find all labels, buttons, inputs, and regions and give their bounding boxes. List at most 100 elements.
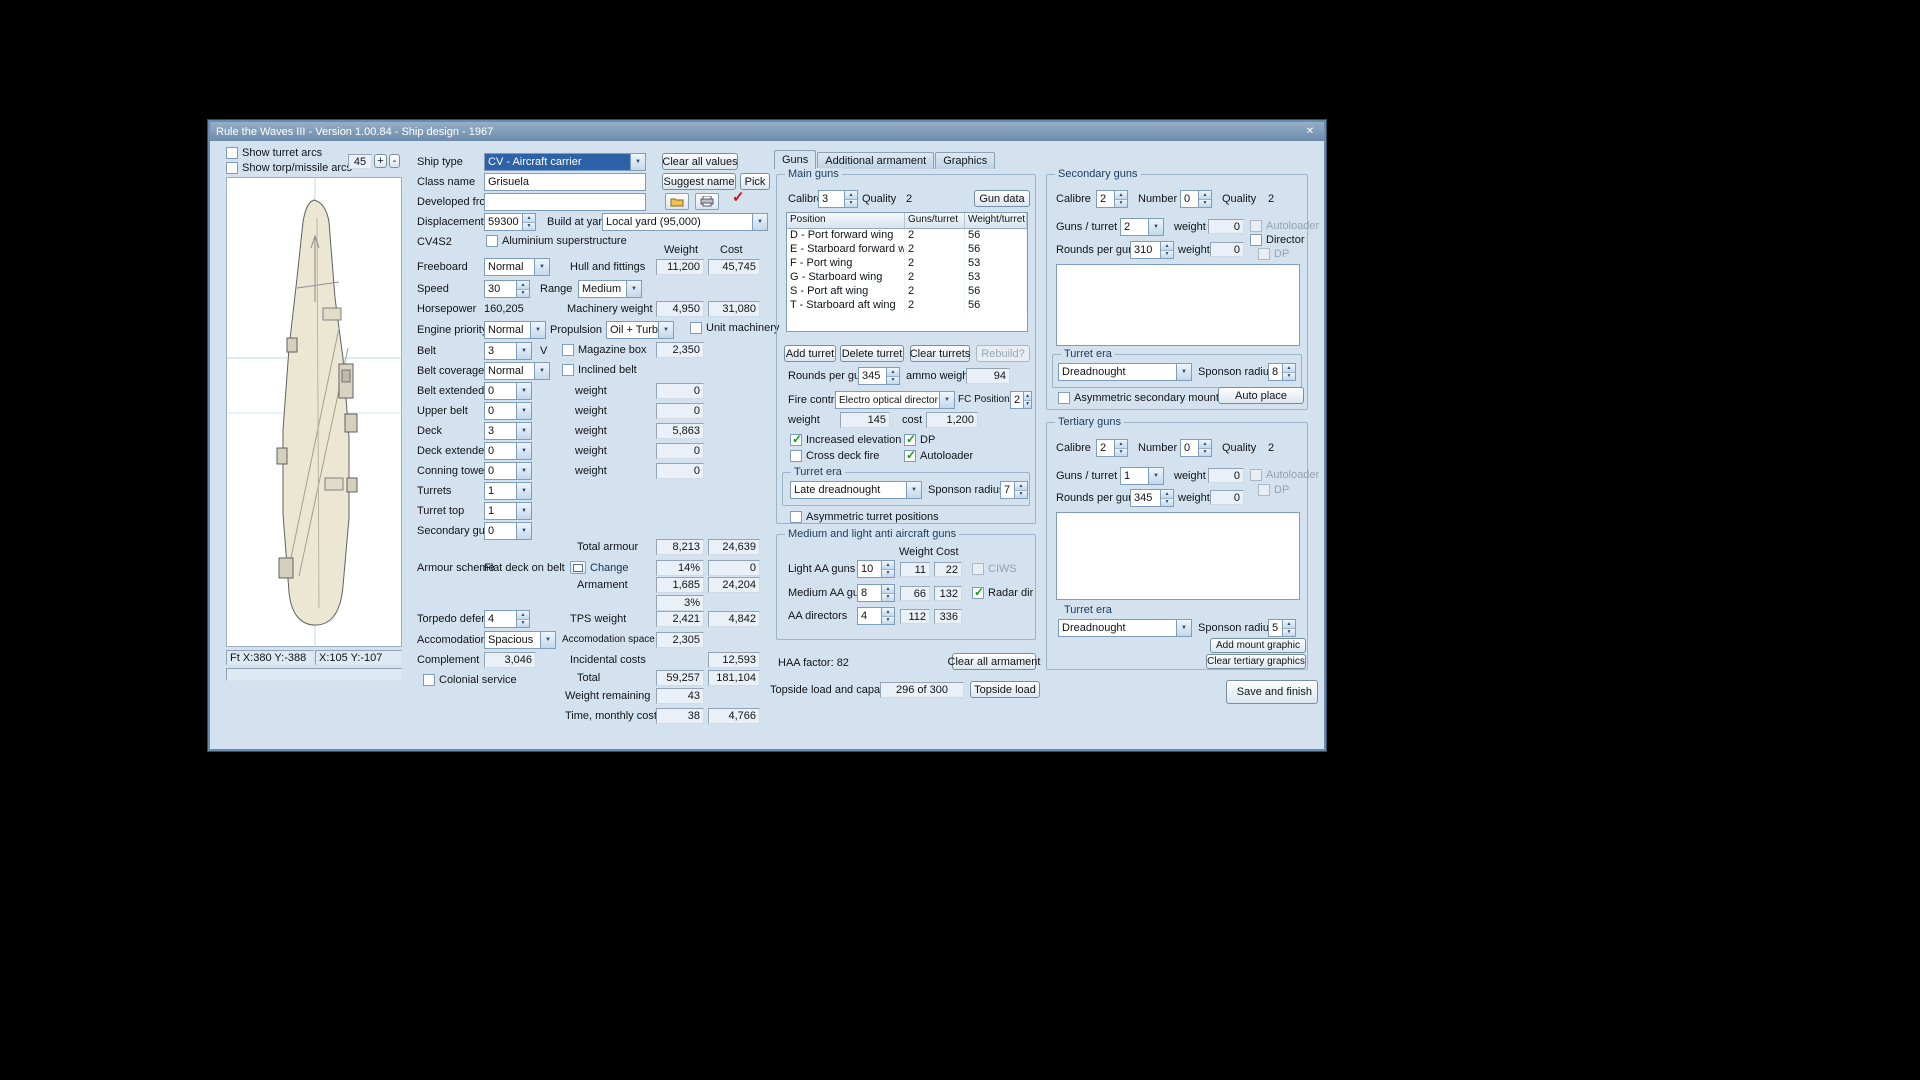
- tertiary-guns-turret-select[interactable]: 1: [1120, 467, 1164, 485]
- title-bar[interactable]: Rule the Waves III - Version 1.00.84 - S…: [210, 122, 1324, 141]
- clear-turrets-button[interactable]: Clear turrets: [910, 345, 970, 362]
- auto-place-button[interactable]: Auto place: [1218, 387, 1304, 404]
- col-weight-per-turret[interactable]: Weight/turret: [965, 213, 1027, 229]
- aa-directors-spinner[interactable]: 4: [857, 607, 895, 625]
- turret-table[interactable]: Position Guns/turret Weight/turret D - P…: [786, 212, 1028, 332]
- spin-up-icon[interactable]: [1199, 191, 1211, 200]
- propulsion-select[interactable]: Oil + Turbine: [606, 321, 674, 339]
- rebuild-button[interactable]: Rebuild?: [976, 345, 1030, 362]
- table-row[interactable]: F - Port wing253: [787, 257, 1027, 271]
- spin-up-icon[interactable]: [517, 611, 529, 620]
- secondary-calibre-spinner[interactable]: 2: [1096, 190, 1128, 208]
- secondary-autoloader-checkbox[interactable]: Autoloader: [1250, 220, 1319, 232]
- developed-from-input[interactable]: [484, 193, 646, 211]
- chevron-down-icon[interactable]: [1148, 468, 1163, 484]
- spin-up-icon[interactable]: [882, 585, 894, 594]
- spin-up-icon[interactable]: [1161, 242, 1173, 251]
- spin-up-icon[interactable]: [882, 561, 894, 570]
- fc-positions-spinner[interactable]: 2: [1010, 391, 1032, 409]
- chevron-down-icon[interactable]: [540, 632, 555, 648]
- spin-up-icon[interactable]: [517, 281, 529, 290]
- spin-down-icon[interactable]: [1161, 251, 1173, 259]
- table-row[interactable]: E - Starboard forward wing256: [787, 243, 1027, 257]
- unit-machinery-checkbox[interactable]: Unit machinery: [690, 322, 779, 334]
- chevron-down-icon[interactable]: [516, 483, 531, 499]
- arc-angle-plus-button[interactable]: +: [374, 154, 387, 168]
- chevron-down-icon[interactable]: [516, 503, 531, 519]
- clear-all-armament-button[interactable]: Clear all armament: [952, 653, 1036, 670]
- build-at-yard-select[interactable]: Local yard (95,000): [602, 213, 768, 231]
- spin-up-icon[interactable]: [1283, 364, 1295, 373]
- main-calibre-spinner[interactable]: 3: [818, 190, 858, 208]
- spin-down-icon[interactable]: [517, 620, 529, 628]
- radar-dir-checkbox[interactable]: Radar dir: [972, 587, 1033, 599]
- chevron-down-icon[interactable]: [530, 322, 545, 338]
- chevron-down-icon[interactable]: [516, 523, 531, 539]
- ship-type-select[interactable]: CV - Aircraft carrier: [484, 153, 646, 171]
- secondary-director-checkbox[interactable]: Director: [1250, 234, 1305, 246]
- spin-down-icon[interactable]: [1283, 373, 1295, 381]
- accomodation-select[interactable]: Spacious: [484, 631, 556, 649]
- spin-up-icon[interactable]: [882, 608, 894, 617]
- armour-scheme-change-button[interactable]: Change: [590, 562, 629, 574]
- speed-spinner[interactable]: 30: [484, 280, 530, 298]
- show-torp-missile-arcs-checkbox[interactable]: Show torp/missile arcs: [226, 162, 352, 174]
- colonial-service-checkbox[interactable]: Colonial service: [423, 674, 517, 686]
- spin-down-icon[interactable]: [1015, 491, 1027, 499]
- chevron-down-icon[interactable]: [516, 423, 531, 439]
- displacement-spinner[interactable]: 59300: [484, 213, 536, 231]
- chevron-down-icon[interactable]: [1176, 364, 1191, 380]
- tertiary-sponson-spinner[interactable]: 5: [1268, 619, 1296, 637]
- class-name-input[interactable]: Grisuela: [484, 173, 646, 191]
- chevron-down-icon[interactable]: [626, 281, 641, 297]
- suggest-name-button[interactable]: Suggest name: [662, 173, 736, 190]
- chevron-down-icon[interactable]: [658, 322, 673, 338]
- inclined-belt-checkbox[interactable]: Inclined belt: [562, 364, 637, 376]
- medium-aa-spinner[interactable]: 8: [857, 584, 895, 602]
- belt-coverage-select[interactable]: Normal: [484, 362, 550, 380]
- spin-up-icon[interactable]: [523, 214, 535, 223]
- open-folder-button[interactable]: [665, 193, 689, 210]
- spin-down-icon[interactable]: [517, 290, 529, 298]
- sponson-radius-spinner[interactable]: 7: [1000, 481, 1028, 499]
- topside-load-button[interactable]: Topside load: [970, 681, 1040, 698]
- spin-up-icon[interactable]: [1015, 482, 1027, 491]
- fire-control-select[interactable]: Electro optical director: [835, 391, 955, 409]
- tertiary-mounts-listbox[interactable]: [1056, 512, 1300, 600]
- spin-up-icon[interactable]: [1024, 392, 1031, 401]
- chevron-down-icon[interactable]: [516, 463, 531, 479]
- engine-priority-select[interactable]: Normal: [484, 321, 546, 339]
- asymmetric-turret-positions-checkbox[interactable]: Asymmetric turret positions: [790, 511, 939, 523]
- secondary-guns-count-select[interactable]: 0: [484, 522, 532, 540]
- tertiary-rounds-spinner[interactable]: 345: [1130, 489, 1174, 507]
- spin-down-icon[interactable]: [1283, 629, 1295, 637]
- light-aa-spinner[interactable]: 10: [857, 560, 895, 578]
- armour-scheme-picker-button[interactable]: [570, 561, 586, 574]
- freeboard-select[interactable]: Normal: [484, 258, 550, 276]
- deck-extended-select[interactable]: 0: [484, 442, 532, 460]
- belt-extended-select[interactable]: 0: [484, 382, 532, 400]
- asymmetric-secondary-mounts-checkbox[interactable]: Asymmetric secondary mounts: [1058, 392, 1224, 404]
- secondary-guns-turret-select[interactable]: 2: [1120, 218, 1164, 236]
- chevron-down-icon[interactable]: [534, 363, 549, 379]
- secondary-dp-checkbox[interactable]: DP: [1258, 248, 1289, 260]
- spin-down-icon[interactable]: [1024, 401, 1031, 409]
- tab-guns[interactable]: Guns: [774, 150, 816, 169]
- dp-checkbox[interactable]: DP: [904, 434, 935, 446]
- turret-era-select[interactable]: Late dreadnought: [790, 481, 922, 499]
- tab-additional-armament[interactable]: Additional armament: [817, 152, 934, 169]
- autoloader-checkbox[interactable]: Autoloader: [904, 450, 973, 462]
- spin-down-icon[interactable]: [1199, 449, 1211, 457]
- spin-down-icon[interactable]: [1115, 449, 1127, 457]
- deck-select[interactable]: 3: [484, 422, 532, 440]
- spin-down-icon[interactable]: [882, 617, 894, 625]
- torpedo-defence-spinner[interactable]: 4: [484, 610, 530, 628]
- chevron-down-icon[interactable]: [516, 343, 531, 359]
- spin-down-icon[interactable]: [1161, 499, 1173, 507]
- turret-top-select[interactable]: 1: [484, 502, 532, 520]
- ship-top-view[interactable]: [226, 177, 402, 647]
- spin-up-icon[interactable]: [1161, 490, 1173, 499]
- chevron-down-icon[interactable]: [630, 154, 645, 170]
- secondary-rounds-spinner[interactable]: 310: [1130, 241, 1174, 259]
- secondary-sponson-spinner[interactable]: 8: [1268, 363, 1296, 381]
